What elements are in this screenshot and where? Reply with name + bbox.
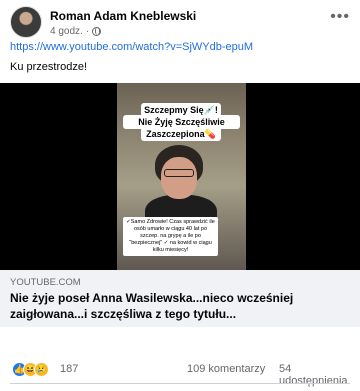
post-header: Roman Adam Kneblewski 4 godz. · ••• (10, 6, 350, 40)
video-text-line-3: Zaszczepiona💊 (141, 127, 221, 141)
video-frame: Szczepmy Się💉! Nie Żyję Szczęśliwie Zasz… (117, 83, 246, 270)
post-caption: Ku przestrodze! (10, 61, 88, 73)
meta-separator: · (85, 26, 90, 37)
reaction-count[interactable]: 187 (60, 363, 78, 375)
reactions[interactable]: 👍 😆 😢 (12, 362, 49, 377)
action-divider (10, 383, 350, 384)
globe-icon (92, 27, 102, 36)
video-note-text: ✓Samo Zdrowie! Czas sprawdzić ile osób u… (123, 217, 218, 256)
post-stats: 👍 😆 😢 187 109 komentarzy 54 udostępnieni… (0, 355, 360, 387)
comments-count[interactable]: 109 komentarzy (187, 363, 265, 375)
more-options-icon[interactable]: ••• (330, 8, 350, 26)
post-meta: 4 godz. · (50, 26, 102, 37)
link-domain: YOUTUBE.COM (10, 277, 81, 288)
post-link[interactable]: https://www.youtube.com/watch?v=SjWYdb-e… (10, 41, 253, 53)
video-person (145, 145, 217, 235)
link-title[interactable]: Nie żyje poseł Anna Wasilewska...nieco w… (10, 290, 310, 322)
post-time[interactable]: 4 godz. (50, 26, 83, 37)
video-player[interactable]: Szczepmy Się💉! Nie Żyję Szczęśliwie Zasz… (0, 83, 360, 270)
author-avatar[interactable] (10, 6, 42, 38)
author-name[interactable]: Roman Adam Kneblewski (50, 9, 196, 23)
sad-reaction-icon: 😢 (34, 362, 49, 377)
link-preview[interactable]: YOUTUBE.COM Nie żyje poseł Anna Wasilews… (0, 270, 360, 327)
